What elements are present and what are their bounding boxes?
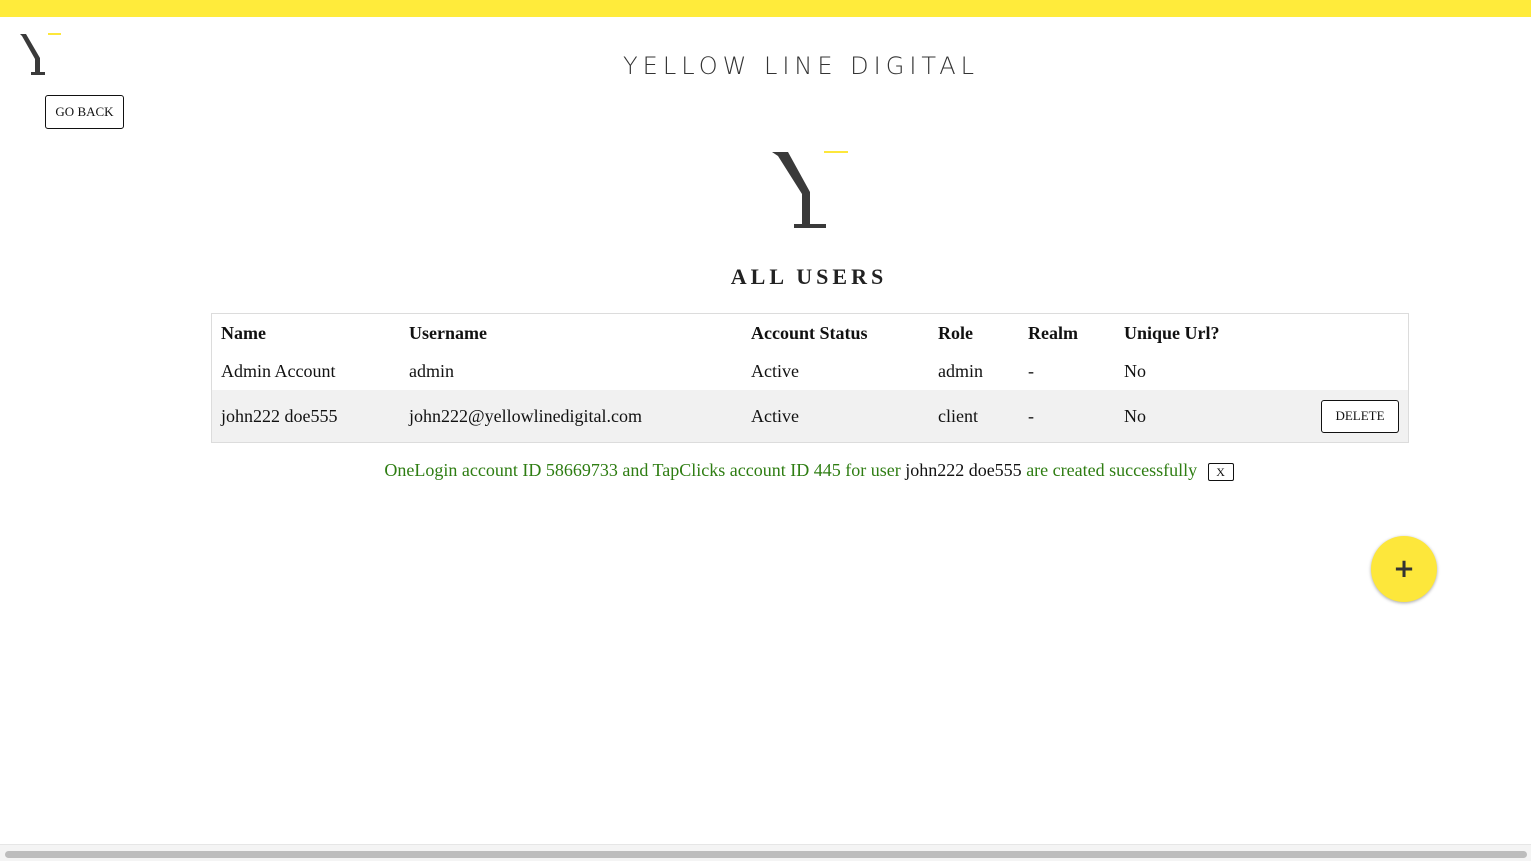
delete-user-button[interactable]: DELETE	[1321, 399, 1399, 433]
cell-actions: DELETE	[1274, 390, 1409, 443]
page-title: ALL USERS	[730, 264, 888, 289]
cell-realm: -	[1028, 360, 1034, 381]
cell-role: admin	[938, 360, 983, 381]
notification-prefix: OneLogin account ID 58669733 and TapClic…	[384, 460, 901, 480]
scrollbar-thumb[interactable]	[5, 851, 1527, 858]
go-back-button[interactable]: GO BACK	[45, 95, 124, 129]
success-notification: OneLogin account ID 58669733 and TapClic…	[0, 460, 1531, 481]
cell-name: Admin Account	[221, 360, 336, 381]
add-user-button[interactable]: +	[1371, 536, 1437, 602]
header-role: Role	[938, 322, 973, 343]
cell-name: john222 doe555	[211, 390, 400, 443]
header-realm: Realm	[1028, 322, 1078, 343]
cell-username: john222@yellowlinedigital.com	[400, 390, 742, 443]
cell-realm: -	[1019, 390, 1115, 443]
header-name: Name	[221, 322, 266, 343]
brand-title: YELLOW LINE DIGITAL	[623, 52, 979, 80]
cell-unique-url: No	[1124, 360, 1146, 381]
header-username: Username	[409, 322, 487, 343]
users-table: Name Username Account Status Role Realm …	[211, 313, 1409, 443]
top-accent-bar	[0, 0, 1531, 17]
cell-username: admin	[409, 360, 454, 381]
plus-icon: +	[1393, 554, 1415, 584]
cell-unique-url: No	[1115, 390, 1274, 443]
header-unique-url: Unique Url?	[1124, 322, 1220, 343]
table-header-row: Name Username Account Status Role Realm …	[212, 314, 1409, 353]
cell-role: client	[929, 390, 1019, 443]
table-row: Admin Account admin Active admin - No	[212, 352, 1409, 390]
table-row: john222 doe555 john222@yellowlinedigital…	[211, 390, 1409, 443]
cell-actions	[1274, 352, 1409, 390]
header-actions	[1274, 314, 1409, 353]
notification-close-button[interactable]: X	[1207, 462, 1234, 481]
notification-user: john222 doe555	[905, 460, 1022, 480]
cell-account-status: Active	[751, 360, 799, 381]
horizontal-scrollbar[interactable]	[0, 844, 1531, 861]
cell-account-status: Active	[742, 390, 929, 443]
notification-suffix: are created successfully	[1026, 460, 1198, 480]
center-logo-icon	[772, 151, 848, 228]
header-account-status: Account Status	[751, 322, 868, 343]
